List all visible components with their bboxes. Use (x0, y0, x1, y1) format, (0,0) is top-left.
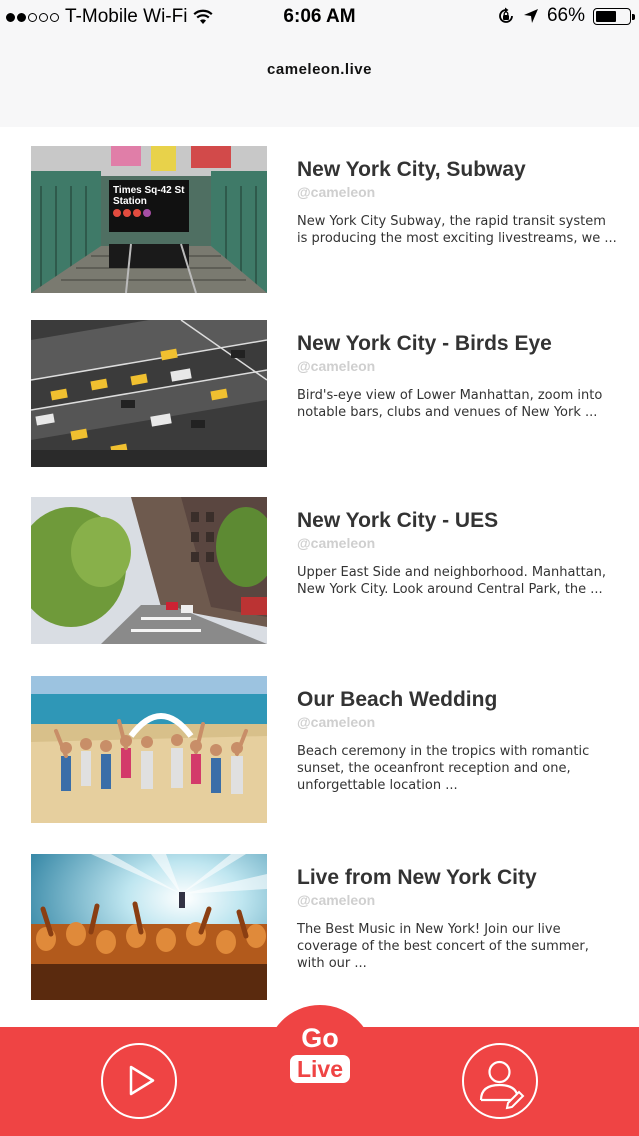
status-bar: T-Mobile Wi-Fi 6:06 AM 66% (0, 0, 639, 34)
stream-description: Bird's-eye view of Lower Manhattan, zoom… (297, 388, 603, 420)
go-live-go-label: Go (301, 1023, 339, 1053)
stream-item[interactable]: Live from New York City @cameleon The Be… (0, 835, 639, 1000)
stream-title[interactable]: New York City - Birds Eye (297, 331, 617, 357)
stream-title[interactable]: Live from New York City (297, 865, 617, 891)
stream-title[interactable]: New York City, Subway (297, 157, 617, 183)
stream-thumbnail[interactable] (31, 854, 267, 1000)
stream-item[interactable]: Times Sq-42 St Station New York City, Su… (0, 127, 639, 305)
sign-line-1: Times Sq-42 St (113, 185, 185, 196)
stream-title[interactable]: New York City - UES (297, 508, 617, 534)
stream-info: New York City, Subway @cameleon New York… (297, 157, 617, 247)
stream-title[interactable]: Our Beach Wedding (297, 687, 617, 713)
stream-thumbnail[interactable] (31, 320, 267, 467)
sign-line-2: Station (113, 196, 147, 207)
concert-crowd-image (31, 854, 267, 1000)
battery-icon (593, 7, 635, 25)
stream-item[interactable]: New York City - Birds Eye @cameleon Bird… (0, 301, 639, 479)
go-live-live-label: Live (289, 1055, 351, 1083)
beach-wedding-image (31, 676, 267, 823)
stream-description: The Best Music in New York! Join our liv… (297, 922, 589, 971)
stream-handle: @cameleon (297, 184, 376, 200)
profile-edit-icon (479, 1060, 525, 1110)
aerial-street-image (31, 320, 267, 467)
stream-handle: @cameleon (297, 892, 376, 908)
play-button[interactable] (101, 1043, 177, 1119)
upper-east-side-street-image (31, 497, 267, 644)
subway-entrance-image: Times Sq-42 St Station (31, 146, 267, 293)
stream-handle: @cameleon (297, 358, 376, 374)
stream-thumbnail[interactable] (31, 676, 267, 823)
battery-percent: 66% (546, 5, 585, 26)
stream-list[interactable]: Times Sq-42 St Station New York City, Su… (0, 127, 639, 1000)
stream-thumbnail[interactable] (31, 497, 267, 644)
location-arrow-icon (523, 9, 538, 23)
stream-handle: @cameleon (297, 714, 376, 730)
rotation-lock-icon (499, 7, 513, 23)
profile-button[interactable] (462, 1043, 538, 1119)
stream-info: New York City - UES @cameleon Upper East… (297, 508, 617, 598)
stream-description: New York City Subway, the rapid transit … (297, 214, 617, 246)
stream-thumbnail[interactable]: Times Sq-42 St Station (31, 146, 267, 293)
app-title: cameleon.live (267, 61, 372, 78)
status-right: 66% (497, 5, 635, 27)
nav-bar: cameleon.live (0, 34, 639, 127)
stream-info: Live from New York City @cameleon The Be… (297, 865, 617, 972)
stream-item[interactable]: New York City - UES @cameleon Upper East… (0, 478, 639, 656)
stream-description: Beach ceremony in the tropics with roman… (297, 744, 590, 793)
stream-item[interactable]: Our Beach Wedding @cameleon Beach ceremo… (0, 657, 639, 835)
stream-info: New York City - Birds Eye @cameleon Bird… (297, 331, 617, 421)
play-icon (129, 1065, 155, 1096)
go-live-button[interactable]: Go Live (266, 1005, 374, 1113)
stream-info: Our Beach Wedding @cameleon Beach ceremo… (297, 687, 617, 794)
stream-handle: @cameleon (297, 535, 376, 551)
stream-description: Upper East Side and neighborhood. Manhat… (297, 565, 606, 597)
